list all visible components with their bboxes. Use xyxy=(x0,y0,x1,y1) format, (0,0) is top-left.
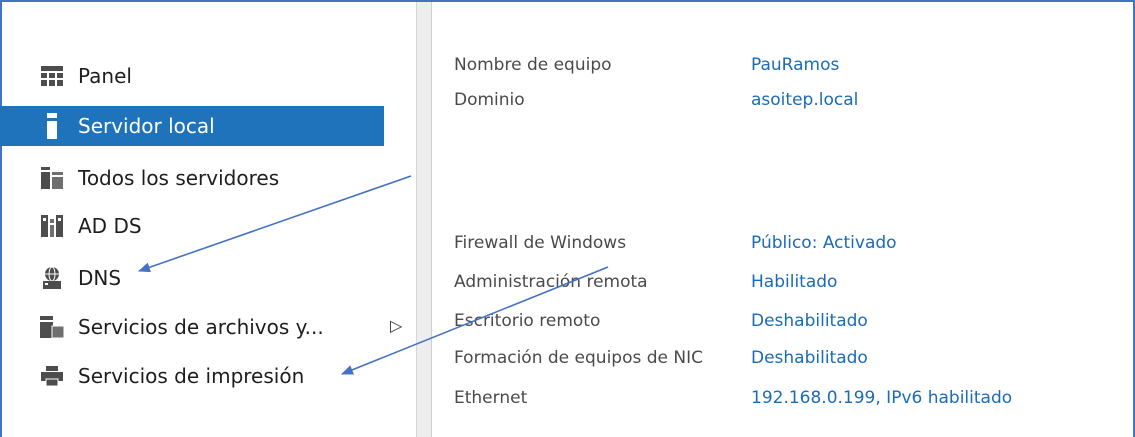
sidebar-item-label: Servicios de impresión xyxy=(78,364,305,388)
nic-teaming-link[interactable]: Deshabilitado xyxy=(751,348,868,368)
sidebar-item-servicios-de-archivos[interactable]: Servicios de archivos y... xyxy=(12,307,384,347)
computer-name-link[interactable]: PauRamos xyxy=(751,55,839,75)
ad-ds-icon xyxy=(40,214,64,238)
file-services-icon xyxy=(40,315,64,339)
sidebar-item-todos-los-servidores[interactable]: Todos los servidores xyxy=(12,158,384,198)
sidebar-item-servicios-de-impresion[interactable]: Servicios de impresión xyxy=(12,356,384,396)
sidebar-item-label: Panel xyxy=(78,64,132,88)
pane-splitter[interactable] xyxy=(416,2,432,437)
ethernet-link[interactable]: 192.168.0.199, IPv6 habilitado xyxy=(751,388,1012,408)
property-label: Administración remota xyxy=(454,272,648,292)
sidebar-item-label: Todos los servidores xyxy=(78,166,280,190)
printer-icon xyxy=(40,364,64,388)
remote-desktop-link[interactable]: Deshabilitado xyxy=(751,311,868,331)
sidebar-item-ad-ds[interactable]: AD DS xyxy=(12,206,384,246)
sidebar-gutter xyxy=(386,2,416,437)
server-icon xyxy=(40,113,64,139)
remote-management-link[interactable]: Habilitado xyxy=(751,272,837,292)
property-label: Escritorio remoto xyxy=(454,311,601,331)
firewall-link[interactable]: Público: Activado xyxy=(751,233,897,253)
sidebar-item-panel[interactable]: Panel xyxy=(12,56,384,96)
property-label: Firewall de Windows xyxy=(454,233,627,253)
servers-icon xyxy=(40,166,64,190)
sidebar-item-servidor-local[interactable]: Servidor local xyxy=(0,106,384,146)
sidebar-item-label: Servidor local xyxy=(78,114,215,138)
sidebar-item-label: AD DS xyxy=(78,214,142,238)
dashboard-icon xyxy=(40,64,64,88)
dns-icon xyxy=(40,266,64,290)
property-label: Formación de equipos de NIC xyxy=(454,348,703,368)
sidebar-item-label: Servicios de archivos y... xyxy=(78,315,324,339)
property-label: Nombre de equipo xyxy=(454,55,612,75)
sidebar-item-dns[interactable]: DNS xyxy=(12,258,384,298)
domain-link[interactable]: asoitep.local xyxy=(751,90,858,110)
property-label: Dominio xyxy=(454,90,525,110)
sidebar-item-label: DNS xyxy=(78,266,122,290)
chevron-right-icon[interactable]: ▷ xyxy=(390,316,402,335)
property-label: Ethernet xyxy=(454,388,528,408)
